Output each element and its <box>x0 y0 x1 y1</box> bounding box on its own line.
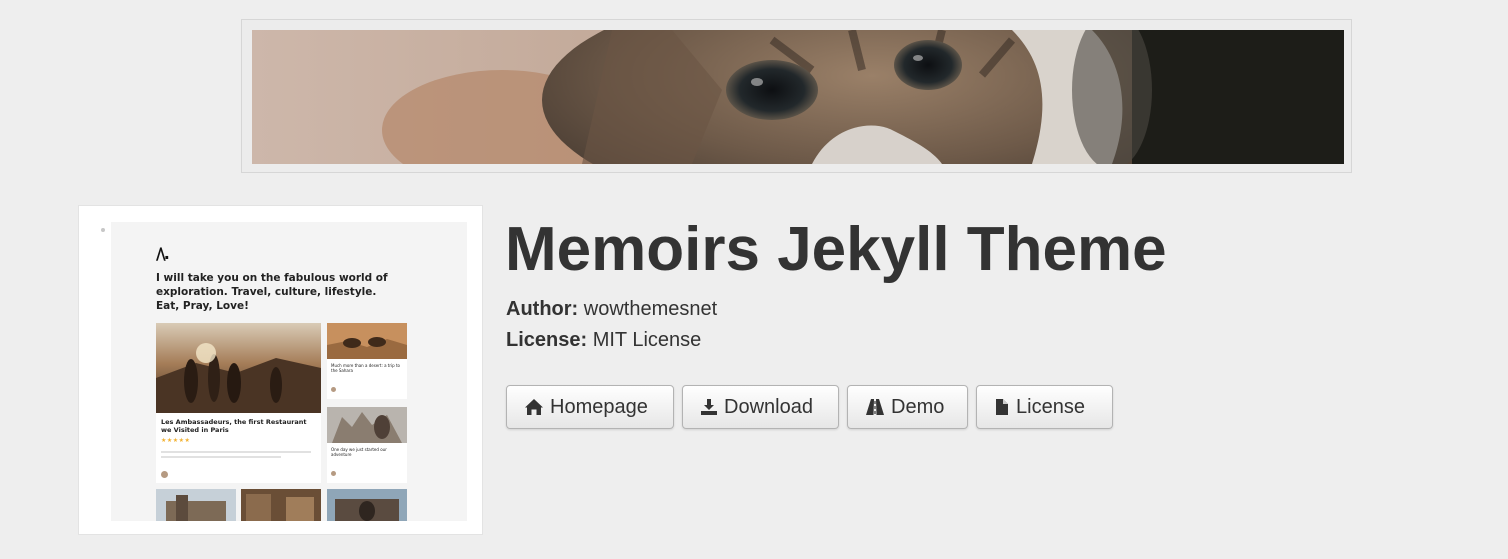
thumbnail-bottom-photo <box>241 489 321 521</box>
download-button-label: Download <box>724 395 813 418</box>
demo-button[interactable]: Demo <box>847 385 968 429</box>
thumbnail-bottom-photo <box>327 489 407 521</box>
thumbnail-side-card: Much more than a desert: a trip to the S… <box>327 323 407 399</box>
thumbnail-avatar <box>331 471 336 476</box>
download-button[interactable]: Download <box>682 385 839 429</box>
download-icon <box>701 399 717 415</box>
thumbnail-side-title: Much more than a desert: a trip to the S… <box>331 363 400 373</box>
page-title: Memoirs Jekyll Theme <box>505 215 1167 284</box>
home-icon <box>525 399 543 415</box>
thumbnail-bottom-photo <box>156 489 236 521</box>
demo-button-label: Demo <box>891 395 945 418</box>
license-line: License: MIT License <box>506 328 701 352</box>
homepage-button[interactable]: Homepage <box>506 385 674 429</box>
banner-frame <box>241 19 1352 173</box>
thumbnail-stars: ★★★★★ <box>161 438 191 444</box>
file-icon <box>996 399 1008 415</box>
license-value: MIT License <box>592 329 702 351</box>
action-buttons: Homepage Download Demo License <box>506 385 1113 430</box>
license-label: License: <box>506 329 588 351</box>
thumbnail-logo: /\. <box>156 244 170 263</box>
thumbnail-side-photo <box>327 323 407 359</box>
thumbnail-dot <box>101 228 105 232</box>
thumbnail-side-title: One day we just started our adventure <box>331 447 387 457</box>
banner-image <box>252 30 1344 164</box>
thumbnail-text-line <box>161 456 281 458</box>
homepage-button-label: Homepage <box>550 395 648 418</box>
page: /\. I will take you on the fabulous worl… <box>0 0 1508 559</box>
road-icon <box>866 399 884 415</box>
thumbnail-side-card: One day we just started our adventure <box>327 407 407 483</box>
thumbnail-tagline: I will take you on the fabulous world of… <box>156 272 388 312</box>
theme-thumbnail[interactable]: /\. I will take you on the fabulous worl… <box>78 205 483 535</box>
thumbnail-side-photo <box>327 407 407 443</box>
thumbnail-featured-title: Les Ambassadeurs, the first Restaurant w… <box>161 418 307 434</box>
thumbnail-screenshot: /\. I will take you on the fabulous worl… <box>111 222 467 521</box>
thumbnail-featured-card: Les Ambassadeurs, the first Restaurant w… <box>156 323 321 483</box>
author-label: Author: <box>506 298 579 320</box>
license-button[interactable]: License <box>976 385 1113 429</box>
license-button-label: License <box>1016 395 1085 418</box>
thumbnail-featured-photo <box>156 323 321 413</box>
thumbnail-avatar <box>161 471 168 478</box>
thumbnail-avatar <box>331 387 336 392</box>
thumbnail-text-line <box>161 451 311 453</box>
kitten-illustration <box>252 30 1344 164</box>
author-value: wowthemesnet <box>583 298 718 320</box>
author-line: Author: wowthemesnet <box>506 297 717 321</box>
